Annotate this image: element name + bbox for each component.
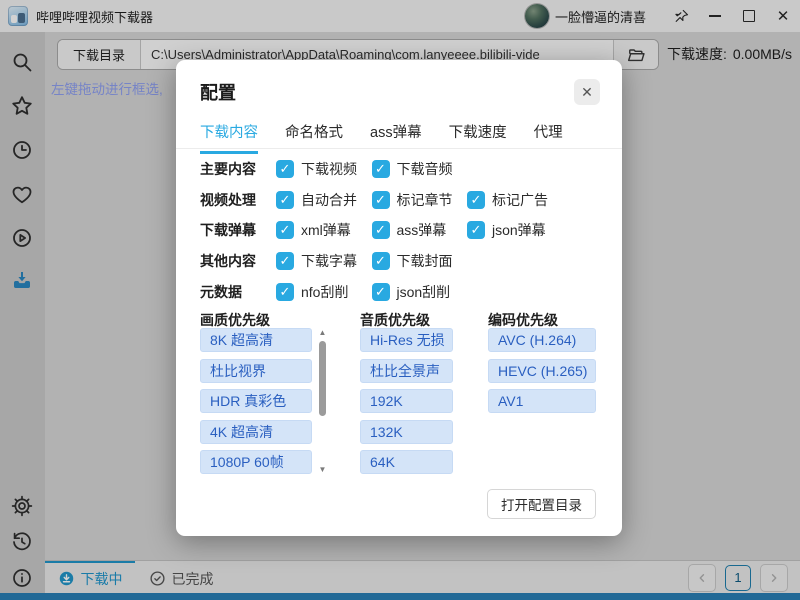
codec-list: AVC (H.264) HEVC (H.265) AV1 (488, 328, 596, 420)
checkbox-checked[interactable] (276, 191, 294, 209)
tab-proxy[interactable]: 代理 (534, 121, 563, 154)
option: json弹幕 (467, 220, 563, 240)
option-label[interactable]: xml弹幕 (301, 220, 351, 240)
row-label: 主要内容 (200, 159, 276, 179)
row-label: 其他内容 (200, 251, 276, 271)
row-label: 元数据 (200, 282, 276, 302)
video-quality-list: 8K 超高清 杜比视界 HDR 真彩色 4K 超高清 1080P 60帧 (200, 328, 312, 481)
list-item[interactable]: AVC (H.264) (488, 328, 596, 352)
row-label: 视频处理 (200, 190, 276, 210)
checkbox-checked[interactable] (372, 160, 390, 178)
close-icon[interactable]: ✕ (574, 79, 600, 105)
scrollbar-thumb[interactable] (319, 341, 326, 416)
list-item[interactable]: AV1 (488, 389, 596, 413)
open-config-dir-button[interactable]: 打开配置目录 (487, 489, 596, 519)
checkbox-rows: 主要内容 下载视频 下载音频 视频处理 自动合并 标记章节 标记广告 下载弹幕 … (200, 154, 563, 307)
option: xml弹幕 (276, 220, 372, 240)
option-label[interactable]: 下载视频 (301, 159, 357, 179)
tab-download-speed[interactable]: 下载速度 (449, 121, 507, 154)
tab-naming-format[interactable]: 命名格式 (285, 121, 343, 154)
row-label: 下载弹幕 (200, 220, 276, 240)
option-label[interactable]: 标记广告 (492, 190, 548, 210)
list-item[interactable]: HEVC (H.265) (488, 359, 596, 383)
option: json刮削 (372, 282, 468, 302)
audio-quality-header: 音质优先级 (360, 310, 430, 330)
tabs-divider (176, 148, 622, 149)
checkbox-checked[interactable] (276, 252, 294, 270)
checkbox-checked[interactable] (372, 191, 390, 209)
list-item[interactable]: HDR 真彩色 (200, 389, 312, 413)
checkbox-checked[interactable] (276, 283, 294, 301)
audio-quality-list: Hi-Res 无损 杜比全景声 192K 132K 64K (360, 328, 453, 481)
option-label[interactable]: json刮削 (397, 282, 451, 302)
option: ass弹幕 (372, 220, 468, 240)
list-item[interactable]: 4K 超高清 (200, 420, 312, 444)
list-item[interactable]: 杜比视界 (200, 359, 312, 383)
option-label[interactable]: json弹幕 (492, 220, 546, 240)
row-video-processing: 视频处理 自动合并 标记章节 标记广告 (200, 185, 563, 216)
tab-ass-danmaku[interactable]: ass弹幕 (370, 121, 422, 154)
row-main-content: 主要内容 下载视频 下载音频 (200, 154, 563, 185)
list-item[interactable]: Hi-Res 无损 (360, 328, 453, 352)
checkbox-checked[interactable] (372, 252, 390, 270)
option-label[interactable]: 下载音频 (397, 159, 453, 179)
dialog-title: 配置 (200, 79, 236, 105)
list-item[interactable]: 8K 超高清 (200, 328, 312, 352)
tab-download-content[interactable]: 下载内容 (200, 121, 258, 154)
list-item[interactable]: 192K (360, 389, 453, 413)
list-item[interactable]: 1080P 60帧 (200, 450, 312, 474)
scroll-down-icon[interactable]: ▼ (316, 465, 329, 475)
row-metadata: 元数据 nfo刮削 json刮削 (200, 276, 563, 307)
scroll-up-icon[interactable]: ▲ (316, 328, 329, 338)
option-label[interactable]: 下载字幕 (301, 251, 357, 271)
option-label[interactable]: 下载封面 (397, 251, 453, 271)
row-other-content: 其他内容 下载字幕 下载封面 (200, 246, 563, 277)
settings-dialog: 配置 ✕ 下载内容 命名格式 ass弹幕 下载速度 代理 主要内容 下载视频 下… (176, 60, 622, 536)
list-item[interactable]: 64K (360, 450, 453, 474)
checkbox-checked[interactable] (372, 221, 390, 239)
checkbox-checked[interactable] (276, 221, 294, 239)
checkbox-checked[interactable] (372, 283, 390, 301)
row-danmaku: 下载弹幕 xml弹幕 ass弹幕 json弹幕 (200, 215, 563, 246)
list-item[interactable]: 132K (360, 420, 453, 444)
checkbox-checked[interactable] (467, 221, 485, 239)
video-quality-header: 画质优先级 (200, 310, 270, 330)
list-item[interactable]: 杜比全景声 (360, 359, 453, 383)
option: 标记广告 (467, 190, 563, 210)
option: 下载音频 (372, 159, 468, 179)
option-label[interactable]: 标记章节 (397, 190, 453, 210)
option-label[interactable]: nfo刮削 (301, 282, 348, 302)
option: 下载封面 (372, 251, 468, 271)
option-label[interactable]: 自动合并 (301, 190, 357, 210)
option: nfo刮削 (276, 282, 372, 302)
dialog-tabs: 下载内容 命名格式 ass弹幕 下载速度 代理 (200, 121, 563, 154)
option: 下载视频 (276, 159, 372, 179)
option: 标记章节 (372, 190, 468, 210)
video-quality-scrollbar[interactable]: ▲ ▼ (316, 328, 329, 475)
checkbox-checked[interactable] (467, 191, 485, 209)
option: 自动合并 (276, 190, 372, 210)
option-label[interactable]: ass弹幕 (397, 220, 447, 240)
option: 下载字幕 (276, 251, 372, 271)
app-window: 哔哩哔哩视频下载器 一脸懵逼的清喜 ✕ (0, 0, 800, 600)
codec-header: 编码优先级 (488, 310, 558, 330)
checkbox-checked[interactable] (276, 160, 294, 178)
